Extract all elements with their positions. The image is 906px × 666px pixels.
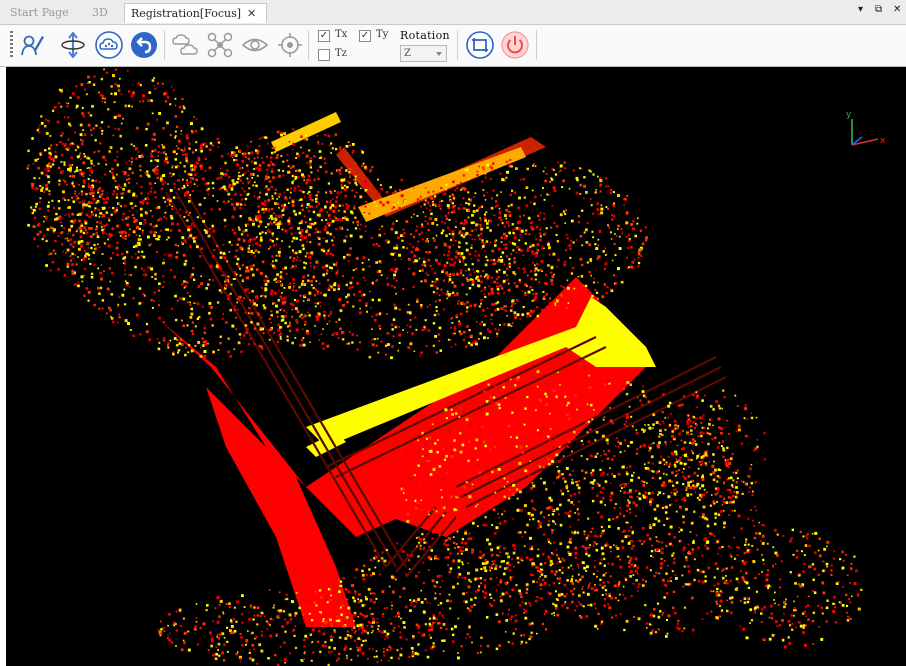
x-axis-label: x [880,136,886,146]
cloud-link-icon [172,34,198,55]
toolbar-separator [164,30,165,60]
registration-toolbar: ✓ Tx ✓ Ty Tz Rotation Z [0,25,906,67]
tab-label: Start Page [10,6,69,19]
axis-gizmo: y x [846,110,886,146]
node-graph-button[interactable] [205,30,235,60]
tab-label: 3D [92,6,108,19]
cloud-icon [95,31,123,59]
rotation-axis-value: Z [404,48,411,59]
crosshair-icon [278,33,302,57]
toolbar-grip[interactable] [10,31,13,59]
rotation-label: Rotation [400,29,450,42]
user-pick-icon [21,35,44,56]
chevron-down-icon [436,52,442,56]
pick-points-button[interactable] [18,30,48,60]
nodes-icon [207,32,233,58]
tab-registration[interactable]: Registration[Focus] ✕ [124,3,267,23]
undo-button[interactable] [129,30,159,60]
cloud-compare-button[interactable] [170,30,200,60]
rotate-axis-icon [61,32,85,58]
point-cloud-canvas[interactable]: y x [6,67,906,666]
dropdown-icon[interactable]: ▾ [858,4,863,15]
tab-3d[interactable]: 3D [86,3,116,23]
undo-icon [131,32,157,58]
point-cloud-points [26,68,863,666]
toolbar-separator [536,30,537,60]
tz-checkbox[interactable] [318,49,330,61]
tz-label: Tz [335,48,347,59]
rotate-button[interactable] [58,30,88,60]
power-icon [501,31,529,59]
point-cloud-viewport[interactable]: y x [6,67,906,666]
document-tab-bar: Start Page 3D Registration[Focus] ✕ ▾ ⧉ ✕ [0,0,906,25]
y-axis-label: y [846,110,852,120]
view-button[interactable] [240,30,270,60]
exit-registration-button[interactable] [500,30,530,60]
ty-checkbox[interactable]: ✓ [359,30,371,42]
tab-start-page[interactable]: Start Page [4,3,78,23]
cloud-points-button[interactable] [94,30,124,60]
crop-transform-icon [466,31,494,59]
toolbar-separator [308,30,309,60]
toolbar-separator [457,30,458,60]
target-button[interactable] [275,30,305,60]
close-window-icon[interactable]: ✕ [893,4,901,15]
tab-label: Registration[Focus] [131,7,242,20]
apply-registration-button[interactable] [465,30,495,60]
tx-checkbox[interactable]: ✓ [318,30,330,42]
ty-label: Ty [376,29,389,40]
rotation-axis-select[interactable]: Z [400,45,447,62]
tx-label: Tx [335,29,348,40]
close-icon[interactable]: ✕ [247,7,256,20]
eye-icon [241,38,269,52]
restore-icon[interactable]: ⧉ [875,4,882,15]
